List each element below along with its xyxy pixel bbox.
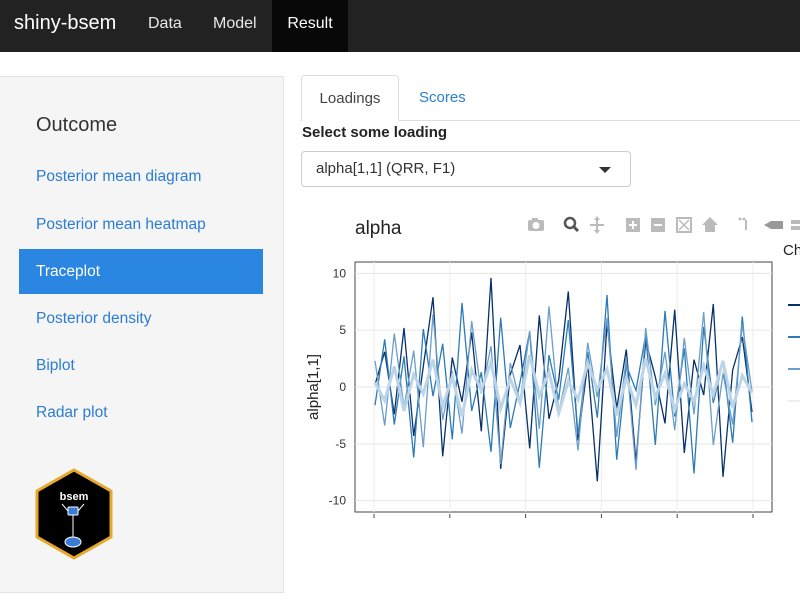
logo-text: bsem [60,491,89,503]
sidebar-item-traceplot[interactable]: Traceplot [19,249,263,294]
y-tick-label: -10 [329,494,347,508]
traceplot-chart: 10 5 0 -5 -10 alpha[1,1] [305,261,800,518]
sidebar-item-radar-plot[interactable]: Radar plot [19,390,263,435]
y-ticks: 10 5 0 -5 -10 [329,266,347,507]
y-axis-label: alpha[1,1] [305,354,322,420]
app-brand[interactable]: shiny-bsem [14,12,116,35]
bsem-logo: bsem [35,468,113,560]
loading-select-value: alpha[1,1] (QRR, F1) [316,160,456,177]
select-loading-label: Select some loading [302,124,448,141]
y-tick-label: 10 [333,266,347,280]
nav-item-result[interactable]: Result [272,0,348,52]
sidebar-item-posterior-mean-diagram[interactable]: Posterior mean diagram [19,154,263,199]
sidebar-item-posterior-mean-heatmap[interactable]: Posterior mean heatmap [19,202,263,247]
loading-select[interactable]: alpha[1,1] (QRR, F1) [301,151,631,187]
nav-item-model[interactable]: Model [213,0,257,52]
tab-scores[interactable]: Scores [419,75,466,121]
sidebar-item-posterior-density[interactable]: Posterior density [19,296,263,341]
legend-title: Ch [783,242,800,259]
navbar: shiny-bsem Data Model Result [0,0,800,52]
y-tick-label: 5 [339,323,346,337]
tab-loadings[interactable]: Loadings [301,75,399,121]
legend [788,304,800,402]
y-tick-label: -5 [335,437,346,451]
nav-item-data[interactable]: Data [148,0,182,52]
sidebar-item-biplot[interactable]: Biplot [19,343,263,388]
sidebar-title: Outcome [36,114,118,136]
chevron-down-icon[interactable] [599,167,611,173]
x-ticks [373,514,754,518]
y-tick-label: 0 [339,380,346,394]
